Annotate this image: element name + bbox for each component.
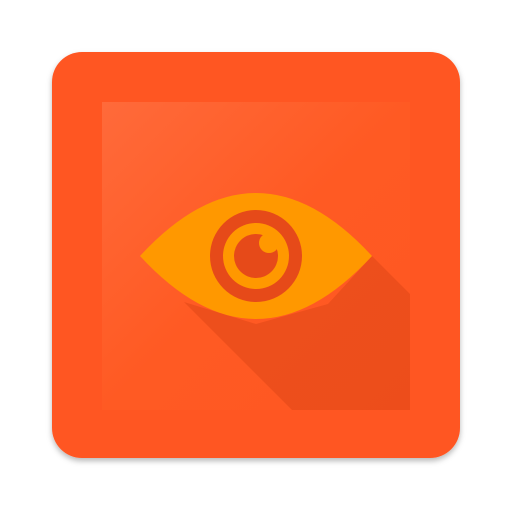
app-icon xyxy=(0,0,512,512)
eye-highlight xyxy=(259,233,279,253)
app-icon-graphic xyxy=(52,52,460,458)
